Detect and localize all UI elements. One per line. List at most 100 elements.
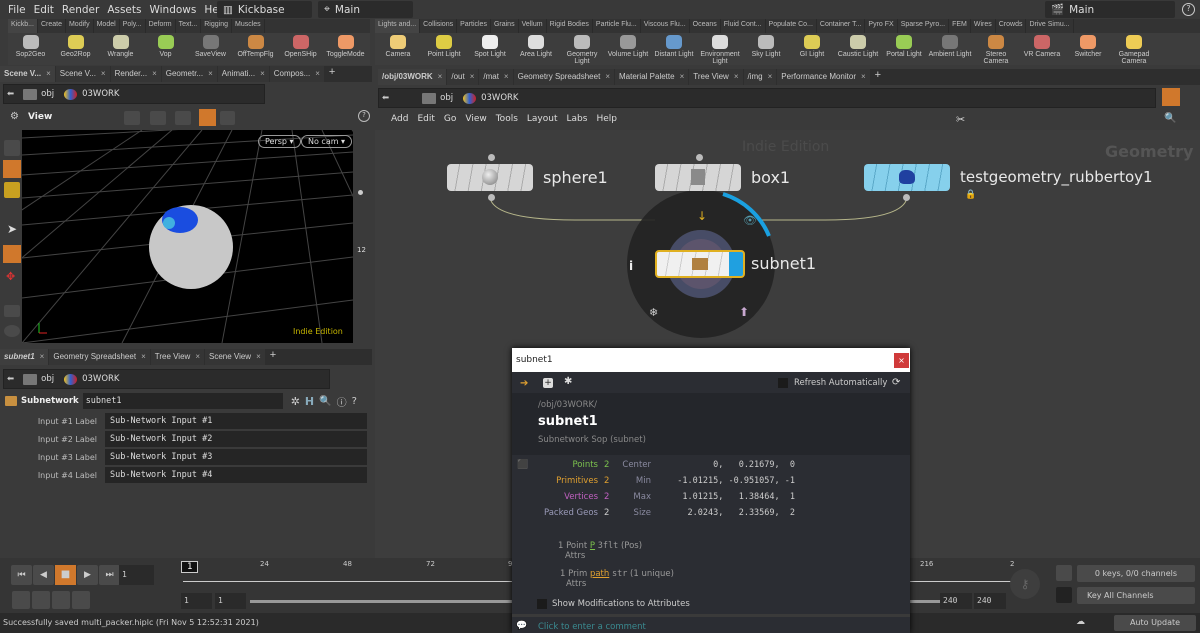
jump-start-icon[interactable]: ⏮ xyxy=(11,565,32,585)
refresh-checkbox[interactable] xyxy=(778,378,788,388)
show-mods-checkbox[interactable] xyxy=(537,599,547,609)
shelf-tab[interactable]: Particle Flu... xyxy=(593,19,641,33)
shelf-tab[interactable]: Fluid Cont... xyxy=(721,19,766,33)
shelf-tab[interactable]: Sparse Pyro... xyxy=(898,19,950,33)
menu-render[interactable]: Render xyxy=(62,4,99,16)
display-icon[interactable] xyxy=(4,325,20,337)
camera-menu[interactable]: No cam ▾ xyxy=(301,135,353,148)
pin-icon[interactable]: ➔ xyxy=(520,378,528,389)
path-root[interactable]: obj xyxy=(41,374,54,384)
shelf-tab[interactable]: Create xyxy=(38,19,66,33)
shelf-tool[interactable]: SaveView xyxy=(188,33,233,65)
shelf-tab[interactable]: Text... xyxy=(176,19,202,33)
pane-tab[interactable]: Geometry Spreadsheet × xyxy=(49,349,150,365)
point-display-icon[interactable] xyxy=(358,190,363,195)
back-arrow-icon[interactable]: ⬅ xyxy=(382,93,389,103)
shelf-tool[interactable]: Vop xyxy=(143,33,188,65)
end-frame-field[interactable]: 240 xyxy=(974,593,1006,609)
path-node[interactable]: 03WORK xyxy=(82,374,119,384)
pane-tab[interactable]: Geometr... × xyxy=(161,66,217,82)
time-icon[interactable] xyxy=(72,591,90,609)
shelf-tool[interactable]: Camera xyxy=(375,33,421,65)
shelf-tab[interactable]: Wires xyxy=(971,19,996,33)
timeline-ruler-end[interactable]: 216 2 xyxy=(910,560,1015,582)
close-tab-icon[interactable]: × xyxy=(470,72,475,81)
node-name-field[interactable]: subnet1 xyxy=(82,393,283,409)
param-field[interactable]: Sub-Network Input #2 xyxy=(105,431,367,447)
node-box1[interactable] xyxy=(655,164,741,191)
node-subnet1[interactable] xyxy=(655,250,745,278)
shelf-tab[interactable]: Populate Co... xyxy=(766,19,817,33)
channel-icon[interactable] xyxy=(1056,565,1072,581)
close-tab-icon[interactable]: × xyxy=(152,69,157,78)
close-tab-icon[interactable]: × xyxy=(256,352,261,361)
channels-status[interactable]: 0 keys, 0/0 channels xyxy=(1077,565,1195,582)
input-connector[interactable] xyxy=(488,154,495,161)
shelf-tool[interactable]: Geo2Rop xyxy=(53,33,98,65)
path-bar-left[interactable]: ⬅ obj 03WORK xyxy=(3,84,265,104)
shelf-tab[interactable]: Deform xyxy=(146,19,176,33)
pane-tab[interactable]: Tree View × xyxy=(689,69,743,85)
tools-icon[interactable]: ✂ xyxy=(956,113,965,126)
refresh-icon[interactable]: ⟳ xyxy=(892,377,900,388)
pane-tab[interactable]: Tree View × xyxy=(150,349,204,365)
add-tab-icon[interactable]: + xyxy=(325,66,339,82)
shelf-tool[interactable]: Spot Light xyxy=(467,33,513,65)
close-tab-icon[interactable]: × xyxy=(504,72,509,81)
timeline-ruler[interactable]: 24 48 72 9 xyxy=(183,560,513,582)
jump-end-icon[interactable]: ⏭ xyxy=(99,565,120,585)
pane-tab[interactable]: /img × xyxy=(743,69,777,85)
search-icon[interactable]: 🔍 xyxy=(319,396,331,407)
shelf-tool[interactable]: Wrangle xyxy=(98,33,143,65)
attr-path[interactable]: path xyxy=(590,569,609,579)
shelf-tool[interactable]: Point Light xyxy=(421,33,467,65)
param-field[interactable]: Sub-Network Input #4 xyxy=(105,467,367,483)
shelf-tool[interactable]: Environment Light xyxy=(697,33,743,65)
key-icon[interactable]: ⚷ xyxy=(1010,569,1040,599)
network-menu-item[interactable]: View xyxy=(465,114,486,124)
output-connector[interactable] xyxy=(903,194,910,201)
close-tab-icon[interactable]: × xyxy=(734,72,739,81)
shelf-tool[interactable]: Ambient Light xyxy=(927,33,973,65)
pane-tab[interactable]: /out × xyxy=(447,69,479,85)
view-tool-icon[interactable] xyxy=(150,111,166,125)
shelf-tab[interactable]: Rigid Bodies xyxy=(547,19,593,33)
pane-tab[interactable]: Scene V... × xyxy=(0,66,55,82)
shelf-tool[interactable]: OpenSHip xyxy=(278,33,323,65)
help-icon[interactable]: ? xyxy=(1182,3,1195,16)
shelf-tab[interactable]: Model xyxy=(94,19,120,33)
help-icon[interactable]: ? xyxy=(358,110,370,122)
shelf-tab[interactable]: Particles xyxy=(457,19,491,33)
auto-update-select[interactable]: Auto Update xyxy=(1114,615,1196,631)
pane-tab[interactable]: Compos... × xyxy=(269,66,324,82)
shelf-tab[interactable]: Container T... xyxy=(817,19,866,33)
network-menu-item[interactable]: Add xyxy=(391,114,408,124)
handle-icon[interactable]: ✥ xyxy=(6,270,15,283)
network-menu-item[interactable]: Help xyxy=(596,114,617,124)
param-field[interactable]: Sub-Network Input #3 xyxy=(105,449,367,465)
menu-file[interactable]: File xyxy=(8,4,26,16)
view-tool-icon[interactable] xyxy=(220,111,235,125)
close-tab-icon[interactable]: × xyxy=(208,69,213,78)
range-start-field[interactable]: 1 xyxy=(215,593,246,609)
output-connector[interactable] xyxy=(488,194,495,201)
key-all-channels-select[interactable]: Key All Channels xyxy=(1077,587,1195,604)
pane-tab[interactable]: subnet1 × xyxy=(0,349,49,365)
current-frame-field[interactable]: 1 xyxy=(119,565,154,585)
shelf-tab[interactable]: Drive Simu... xyxy=(1026,19,1074,33)
path-node[interactable]: 03WORK xyxy=(82,89,119,99)
shelf-tool[interactable]: VR Camera xyxy=(1019,33,1065,65)
back-arrow-icon[interactable]: ⬅ xyxy=(7,89,14,99)
view-active-tool-icon[interactable] xyxy=(199,109,216,126)
shelf-tab[interactable]: Muscles xyxy=(232,19,265,33)
shelf-tool[interactable]: OffTempFlg xyxy=(233,33,278,65)
network-menu-item[interactable]: Labs xyxy=(567,114,588,124)
info-icon[interactable]: ⓘ xyxy=(337,394,347,409)
close-tab-icon[interactable]: × xyxy=(46,69,51,78)
pin-icon[interactable] xyxy=(1162,88,1180,106)
network-menu-item[interactable]: Edit xyxy=(417,114,434,124)
pane-tab[interactable]: Scene View × xyxy=(204,349,265,365)
pane-tab[interactable]: /obj/03WORK × xyxy=(378,69,447,85)
path-bar-network[interactable]: ⬅ obj 03WORK xyxy=(378,88,1156,108)
shelf-tool[interactable]: Caustic Light xyxy=(835,33,881,65)
